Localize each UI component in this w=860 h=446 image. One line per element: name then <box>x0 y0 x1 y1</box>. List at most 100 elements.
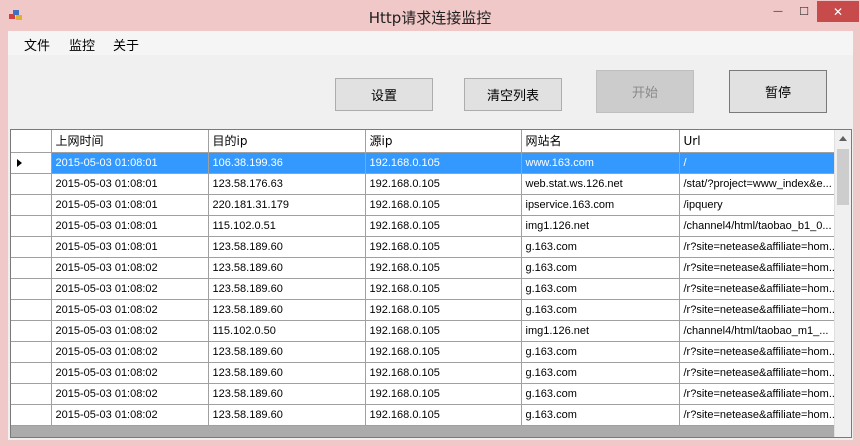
cell-time[interactable]: 2015-05-03 01:08:01 <box>51 194 209 216</box>
cell-site[interactable]: www.163.com <box>521 152 680 174</box>
cell-site[interactable]: g.163.com <box>521 236 680 258</box>
column-header-url[interactable]: Url <box>679 130 840 153</box>
cell-time[interactable]: 2015-05-03 01:08:01 <box>51 173 209 195</box>
cell-url[interactable]: /channel4/html/taobao_m1_... <box>679 320 840 342</box>
row-header[interactable] <box>11 278 52 300</box>
cell-time[interactable]: 2015-05-03 01:08:01 <box>51 215 209 237</box>
cell-time[interactable]: 2015-05-03 01:08:02 <box>51 383 209 405</box>
table-row[interactable]: 2015-05-03 01:08:02 115.102.0.50 192.168.0… <box>11 320 840 342</box>
column-header-dest-ip[interactable]: 目的ip <box>208 130 366 153</box>
cell-dest-ip[interactable]: 123.58.189.60 <box>208 257 366 279</box>
pause-button[interactable]: 暂停 <box>729 70 827 113</box>
cell-site[interactable]: g.163.com <box>521 299 680 321</box>
cell-src-ip[interactable]: 192.168.0.105 <box>365 362 522 384</box>
cell-site[interactable]: img1.126.net <box>521 320 680 342</box>
cell-site[interactable]: img1.126.net <box>521 215 680 237</box>
table-row[interactable]: 2015-05-03 01:08:02 123.58.189.60 192.168.… <box>11 278 840 300</box>
cell-dest-ip[interactable]: 123.58.189.60 <box>208 299 366 321</box>
table-row[interactable]: 2015-05-03 01:08:02 123.58.189.60 192.168.… <box>11 383 840 405</box>
cell-time[interactable]: 2015-05-03 01:08:02 <box>51 299 209 321</box>
column-header-time[interactable]: 上网时间 <box>51 130 209 153</box>
connection-grid[interactable]: 上网时间 目的ip 源ip 网站名 Url 2015-05-03 01:08:0… <box>10 129 852 438</box>
cell-dest-ip[interactable]: 123.58.189.60 <box>208 362 366 384</box>
table-row[interactable]: 2015-05-03 01:08:02 123.58.189.60 192.168.… <box>11 404 840 426</box>
cell-url[interactable]: /r?site=netease&affiliate=hom... <box>679 383 840 405</box>
cell-dest-ip[interactable]: 123.58.189.60 <box>208 278 366 300</box>
table-row[interactable]: 2015-05-03 01:08:01 123.58.189.60 192.168.… <box>11 236 840 258</box>
scroll-up-icon[interactable] <box>839 136 847 141</box>
cell-url[interactable]: /channel4/html/taobao_b1_0... <box>679 215 840 237</box>
cell-site[interactable]: ipservice.163.com <box>521 194 680 216</box>
column-header-src-ip[interactable]: 源ip <box>365 130 522 153</box>
cell-dest-ip[interactable]: 220.181.31.179 <box>208 194 366 216</box>
cell-src-ip[interactable]: 192.168.0.105 <box>365 320 522 342</box>
table-row[interactable]: 2015-05-03 01:08:02 123.58.189.60 192.168.… <box>11 362 840 384</box>
cell-site[interactable]: g.163.com <box>521 341 680 363</box>
row-header[interactable] <box>11 236 52 258</box>
cell-site[interactable]: g.163.com <box>521 383 680 405</box>
minimize-button[interactable]: — <box>765 1 791 22</box>
row-header[interactable] <box>11 173 52 195</box>
cell-dest-ip[interactable]: 123.58.189.60 <box>208 236 366 258</box>
cell-src-ip[interactable]: 192.168.0.105 <box>365 257 522 279</box>
row-header[interactable] <box>11 383 52 405</box>
cell-src-ip[interactable]: 192.168.0.105 <box>365 383 522 405</box>
row-header[interactable] <box>11 152 52 174</box>
cell-src-ip[interactable]: 192.168.0.105 <box>365 404 522 426</box>
cell-time[interactable]: 2015-05-03 01:08:02 <box>51 257 209 279</box>
cell-url[interactable]: /r?site=netease&affiliate=hom... <box>679 299 840 321</box>
scroll-thumb[interactable] <box>837 149 849 205</box>
menu-file[interactable]: 文件 <box>20 35 54 54</box>
cell-src-ip[interactable]: 192.168.0.105 <box>365 152 522 174</box>
cell-time[interactable]: 2015-05-03 01:08:02 <box>51 404 209 426</box>
cell-src-ip[interactable]: 192.168.0.105 <box>365 215 522 237</box>
cell-dest-ip[interactable]: 123.58.189.60 <box>208 404 366 426</box>
cell-url[interactable]: /r?site=netease&affiliate=hom... <box>679 257 840 279</box>
table-row[interactable]: 2015-05-03 01:08:02 123.58.189.60 192.168.… <box>11 341 840 363</box>
start-button[interactable]: 开始 <box>596 70 694 113</box>
cell-time[interactable]: 2015-05-03 01:08:02 <box>51 341 209 363</box>
cell-dest-ip[interactable]: 123.58.189.60 <box>208 383 366 405</box>
cell-url[interactable]: /r?site=netease&affiliate=hom... <box>679 341 840 363</box>
column-header-site[interactable]: 网站名 <box>521 130 680 153</box>
table-row[interactable]: 2015-05-03 01:08:02 123.58.189.60 192.168.… <box>11 257 840 279</box>
settings-button[interactable]: 设置 <box>335 78 433 111</box>
menu-about[interactable]: 关于 <box>109 35 143 54</box>
cell-url[interactable]: /ipquery <box>679 194 840 216</box>
row-header[interactable] <box>11 404 52 426</box>
cell-src-ip[interactable]: 192.168.0.105 <box>365 236 522 258</box>
cell-src-ip[interactable]: 192.168.0.105 <box>365 278 522 300</box>
row-header[interactable] <box>11 341 52 363</box>
table-row[interactable]: 2015-05-03 01:08:01 220.181.31.179 192.168… <box>11 194 840 216</box>
cell-url[interactable]: /stat/?project=www_index&e... <box>679 173 840 195</box>
cell-dest-ip[interactable]: 106.38.199.36 <box>208 152 366 174</box>
cell-time[interactable]: 2015-05-03 01:08:01 <box>51 236 209 258</box>
row-header[interactable] <box>11 215 52 237</box>
vertical-scrollbar[interactable] <box>834 130 851 437</box>
cell-site[interactable]: g.163.com <box>521 404 680 426</box>
cell-src-ip[interactable]: 192.168.0.105 <box>365 173 522 195</box>
cell-url[interactable]: /r?site=netease&affiliate=hom... <box>679 362 840 384</box>
cell-url[interactable]: /r?site=netease&affiliate=hom... <box>679 236 840 258</box>
row-header[interactable] <box>11 257 52 279</box>
cell-src-ip[interactable]: 192.168.0.105 <box>365 341 522 363</box>
cell-time[interactable]: 2015-05-03 01:08:01 <box>51 152 209 174</box>
cell-time[interactable]: 2015-05-03 01:08:02 <box>51 362 209 384</box>
row-header[interactable] <box>11 320 52 342</box>
clear-list-button[interactable]: 清空列表 <box>464 78 562 111</box>
cell-dest-ip[interactable]: 115.102.0.50 <box>208 320 366 342</box>
cell-dest-ip[interactable]: 123.58.176.63 <box>208 173 366 195</box>
row-header[interactable] <box>11 299 52 321</box>
table-row[interactable]: 2015-05-03 01:08:01 123.58.176.63 192.168.… <box>11 173 840 195</box>
cell-dest-ip[interactable]: 123.58.189.60 <box>208 341 366 363</box>
row-header[interactable] <box>11 362 52 384</box>
cell-site[interactable]: g.163.com <box>521 278 680 300</box>
cell-site[interactable]: web.stat.ws.126.net <box>521 173 680 195</box>
cell-site[interactable]: g.163.com <box>521 362 680 384</box>
title-bar[interactable]: Http请求连接监控 — ☐ ✕ <box>1 1 859 31</box>
cell-url[interactable]: /r?site=netease&affiliate=hom... <box>679 404 840 426</box>
cell-dest-ip[interactable]: 115.102.0.51 <box>208 215 366 237</box>
maximize-button[interactable]: ☐ <box>791 1 817 22</box>
cell-time[interactable]: 2015-05-03 01:08:02 <box>51 320 209 342</box>
cell-url[interactable]: / <box>679 152 840 174</box>
